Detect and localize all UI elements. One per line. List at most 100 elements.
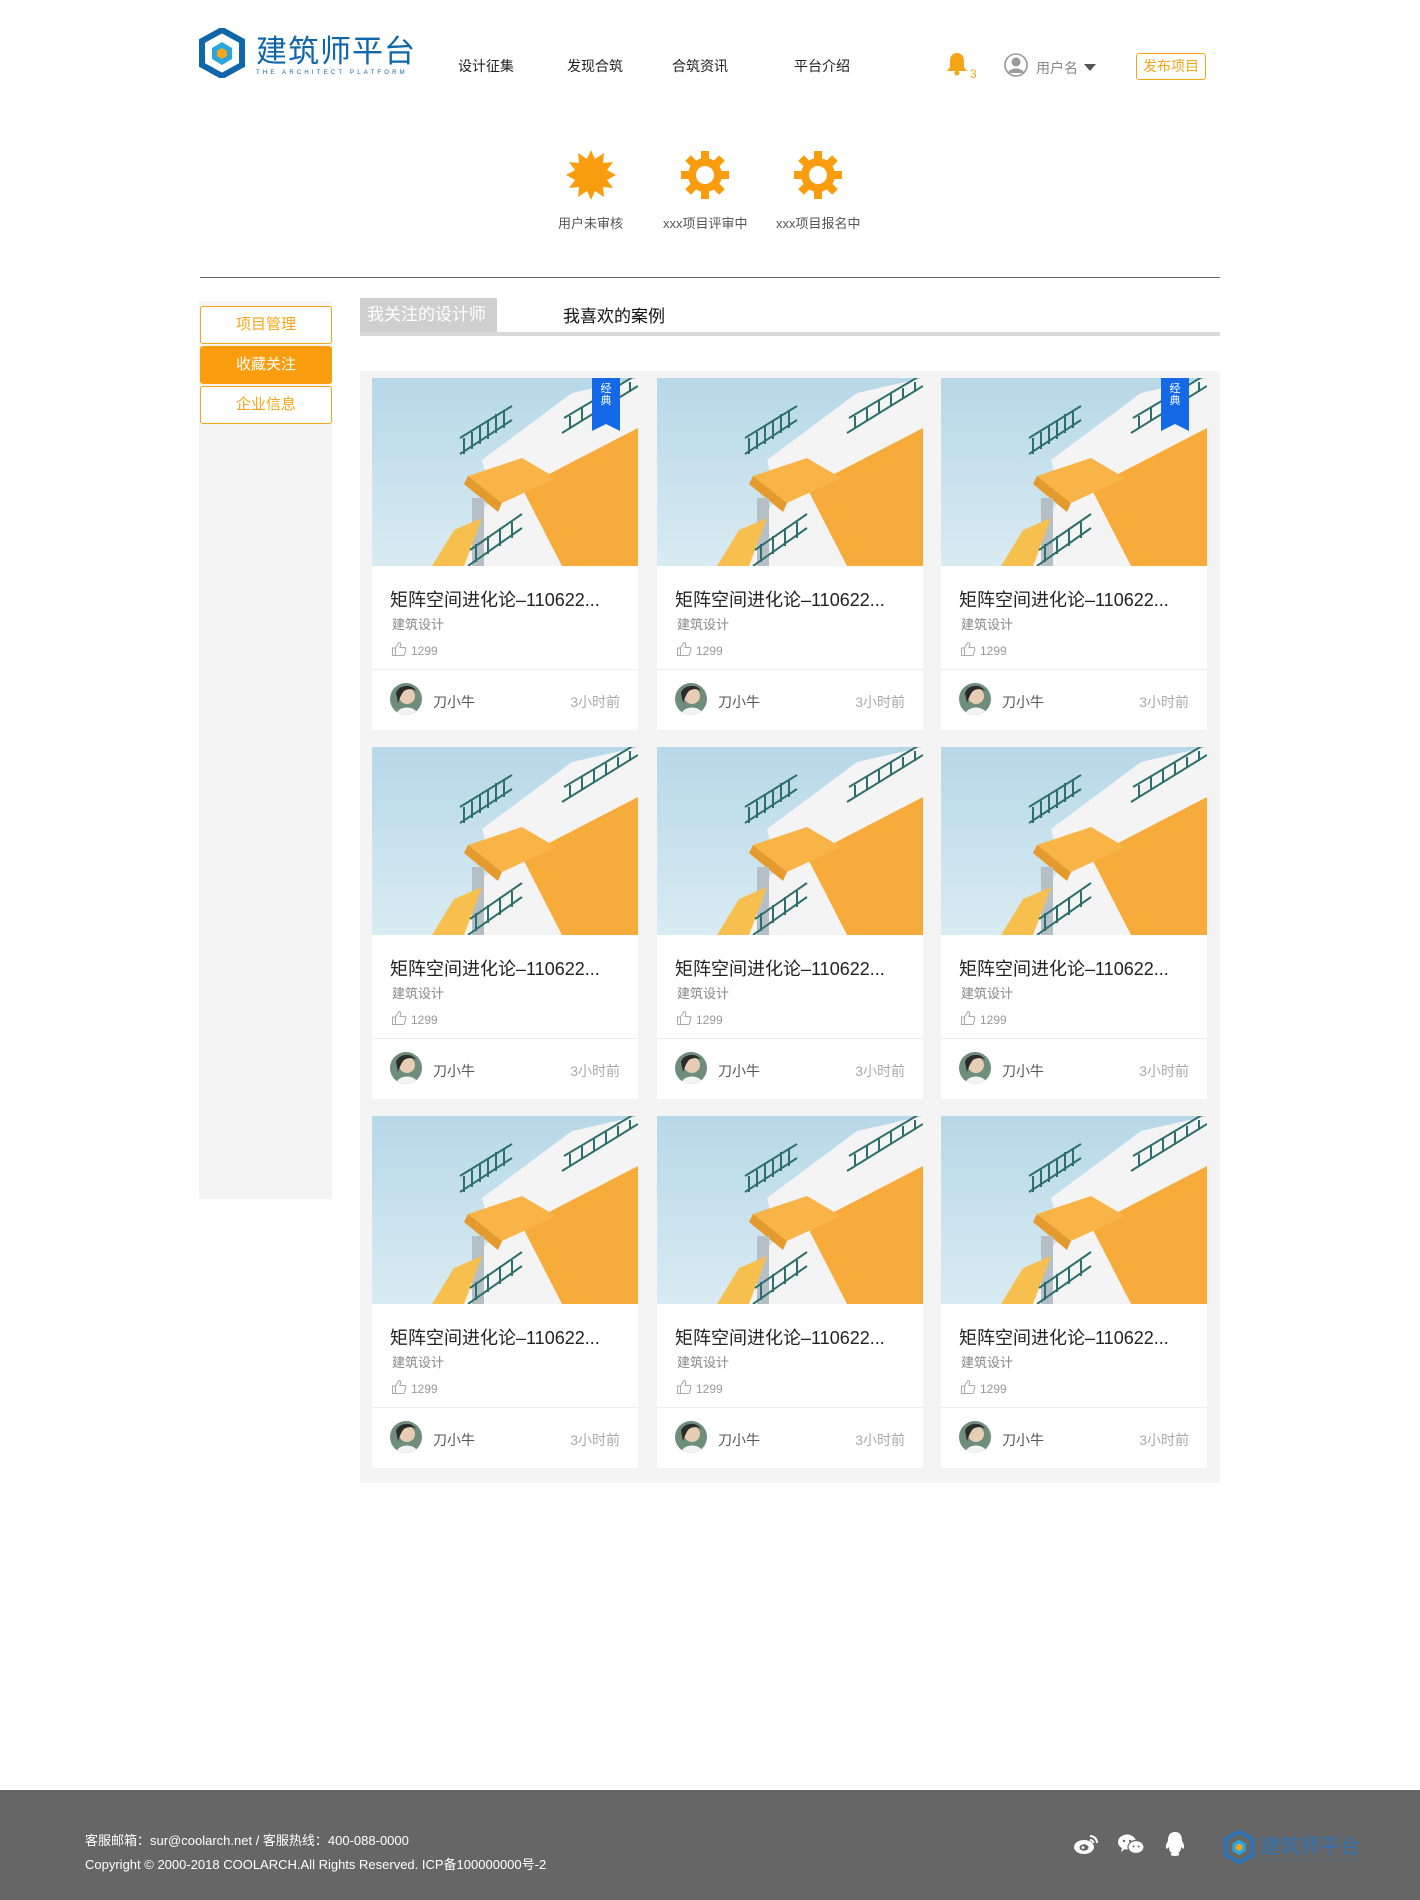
- notification-count: 3: [970, 67, 977, 81]
- publish-project-button[interactable]: 发布项目: [1136, 53, 1206, 80]
- avatar[interactable]: [675, 683, 707, 715]
- author-name[interactable]: 刀小牛: [718, 1430, 760, 1450]
- avatar[interactable]: [675, 1052, 707, 1084]
- like-count[interactable]: 1299: [676, 1010, 723, 1029]
- card-divider: [941, 1407, 1207, 1408]
- author-name[interactable]: 刀小牛: [718, 692, 760, 712]
- like-number: 1299: [980, 1381, 1007, 1396]
- case-title[interactable]: 矩阵空间进化论–110622...: [390, 1324, 600, 1350]
- case-card[interactable]: 矩阵空间进化论–110622... 建筑设计 1299 刀小牛 3小时前: [657, 1116, 923, 1468]
- avatar[interactable]: [959, 1052, 991, 1084]
- like-count[interactable]: 1299: [960, 1010, 1007, 1029]
- avatar[interactable]: [390, 683, 422, 715]
- post-time: 3小时前: [1139, 1063, 1189, 1079]
- sidebar-item-company-info[interactable]: 企业信息: [200, 386, 332, 424]
- like-count[interactable]: 1299: [676, 1379, 723, 1398]
- case-title[interactable]: 矩阵空间进化论–110622...: [959, 955, 1169, 981]
- footer-logo[interactable]: 建筑师平台 THE ARCHITECT PLATFORM: [1223, 1829, 1360, 1869]
- nav-item-design-call[interactable]: 设计征集: [458, 56, 514, 76]
- thumbs-up-icon: [391, 1010, 407, 1029]
- thumbs-up-icon: [676, 1379, 692, 1398]
- like-count[interactable]: 1299: [391, 641, 438, 660]
- case-card[interactable]: 矩阵空间进化论–110622... 建筑设计 1299 刀小牛 3小时前: [657, 747, 923, 1099]
- wechat-icon[interactable]: [1117, 1833, 1145, 1855]
- status-label: xxx项目报名中: [776, 216, 861, 231]
- nav-item-discover[interactable]: 发现合筑: [567, 56, 623, 76]
- user-menu[interactable]: 用户名: [1004, 53, 1096, 82]
- like-count[interactable]: 1299: [960, 1379, 1007, 1398]
- tab-liked-cases[interactable]: 我喜欢的案例: [563, 298, 665, 332]
- social-links: [1073, 1831, 1205, 1857]
- weibo-icon[interactable]: [1073, 1833, 1099, 1855]
- case-card[interactable]: 矩阵空间进化论–110622... 建筑设计 1299 刀小牛 3小时前: [372, 747, 638, 1099]
- card-divider: [657, 669, 923, 670]
- avatar[interactable]: [959, 1421, 991, 1453]
- case-card[interactable]: 经典 矩阵空间进化论–110622... 建筑设计 1299 刀小牛 3小时前: [372, 378, 638, 730]
- case-image: [657, 1116, 923, 1304]
- author-name[interactable]: 刀小牛: [1002, 1430, 1044, 1450]
- case-category: 建筑设计: [677, 1355, 730, 1370]
- card-divider: [657, 1038, 923, 1039]
- author-name[interactable]: 刀小牛: [433, 1430, 475, 1450]
- nav-item-news[interactable]: 合筑资讯: [672, 56, 728, 76]
- case-category: 建筑设计: [961, 617, 1014, 632]
- case-title[interactable]: 矩阵空间进化论–110622...: [959, 586, 1169, 612]
- logo-mark-icon: [198, 26, 246, 83]
- case-card[interactable]: 矩阵空间进化论–110622... 建筑设计 1299 刀小牛 3小时前: [372, 1116, 638, 1468]
- author-name[interactable]: 刀小牛: [718, 1061, 760, 1081]
- sidebar-item-favorites[interactable]: 收藏关注: [200, 346, 332, 384]
- status-item-registering[interactable]: xxx项目报名中: [776, 150, 861, 232]
- case-image: [372, 747, 638, 935]
- case-title[interactable]: 矩阵空间进化论–110622...: [675, 955, 885, 981]
- gear-icon: [793, 150, 843, 205]
- status-row: 用户未审核 xxx项目评审中 xxx项目报名中: [0, 150, 1420, 232]
- notification-button[interactable]: 3: [946, 52, 977, 81]
- avatar[interactable]: [959, 683, 991, 715]
- status-item-reviewing[interactable]: xxx项目评审中: [663, 150, 748, 232]
- like-count[interactable]: 1299: [391, 1379, 438, 1398]
- case-title[interactable]: 矩阵空间进化论–110622...: [675, 1324, 885, 1350]
- thumbs-up-icon: [676, 1010, 692, 1029]
- post-time: 3小时前: [1139, 1432, 1189, 1448]
- author-name[interactable]: 刀小牛: [433, 1061, 475, 1081]
- avatar[interactable]: [390, 1052, 422, 1084]
- avatar[interactable]: [390, 1421, 422, 1453]
- like-number: 1299: [696, 643, 723, 658]
- author-name[interactable]: 刀小牛: [1002, 692, 1044, 712]
- footer-copyright: Copyright © 2000-2018 COOLARCH.All Right…: [85, 1857, 547, 1872]
- nav-item-about[interactable]: 平台介绍: [794, 56, 850, 76]
- status-item-user-unverified[interactable]: 用户未审核: [558, 150, 623, 232]
- case-card[interactable]: 矩阵空间进化论–110622... 建筑设计 1299 刀小牛 3小时前: [941, 1116, 1207, 1468]
- like-count[interactable]: 1299: [960, 641, 1007, 660]
- qq-icon[interactable]: [1163, 1831, 1187, 1857]
- card-divider: [941, 1038, 1207, 1039]
- status-label: xxx项目评审中: [663, 216, 748, 231]
- card-divider: [372, 669, 638, 670]
- divider: [200, 277, 1220, 278]
- thumbs-up-icon: [960, 1010, 976, 1029]
- case-title[interactable]: 矩阵空间进化论–110622...: [390, 586, 600, 612]
- case-card[interactable]: 矩阵空间进化论–110622... 建筑设计 1299 刀小牛 3小时前: [941, 747, 1207, 1099]
- like-number: 1299: [696, 1381, 723, 1396]
- like-count[interactable]: 1299: [676, 641, 723, 660]
- like-count[interactable]: 1299: [391, 1010, 438, 1029]
- case-image: [941, 1116, 1207, 1304]
- case-card[interactable]: 矩阵空间进化论–110622... 建筑设计 1299 刀小牛 3小时前: [657, 378, 923, 730]
- logo[interactable]: 建筑师平台 THE ARCHITECT PLATFORM: [198, 26, 416, 83]
- author-name[interactable]: 刀小牛: [433, 692, 475, 712]
- case-title[interactable]: 矩阵空间进化论–110622...: [675, 586, 885, 612]
- case-card[interactable]: 经典 矩阵空间进化论–110622... 建筑设计 1299 刀小牛 3小时前: [941, 378, 1207, 730]
- footer-logo-name-en: THE ARCHITECT PLATFORM: [1260, 1858, 1359, 1863]
- case-category: 建筑设计: [961, 986, 1014, 1001]
- logo-mark-icon: [1223, 1829, 1255, 1869]
- like-number: 1299: [696, 1012, 723, 1027]
- case-title[interactable]: 矩阵空间进化论–110622...: [390, 955, 600, 981]
- author-name[interactable]: 刀小牛: [1002, 1061, 1044, 1081]
- post-time: 3小时前: [855, 694, 905, 710]
- sidebar-item-project-management[interactable]: 项目管理: [200, 306, 332, 344]
- avatar[interactable]: [675, 1421, 707, 1453]
- tab-followed-designers[interactable]: 我关注的设计师: [360, 298, 497, 332]
- case-image: [941, 747, 1207, 935]
- case-title[interactable]: 矩阵空间进化论–110622...: [959, 1324, 1169, 1350]
- case-image: [657, 378, 923, 566]
